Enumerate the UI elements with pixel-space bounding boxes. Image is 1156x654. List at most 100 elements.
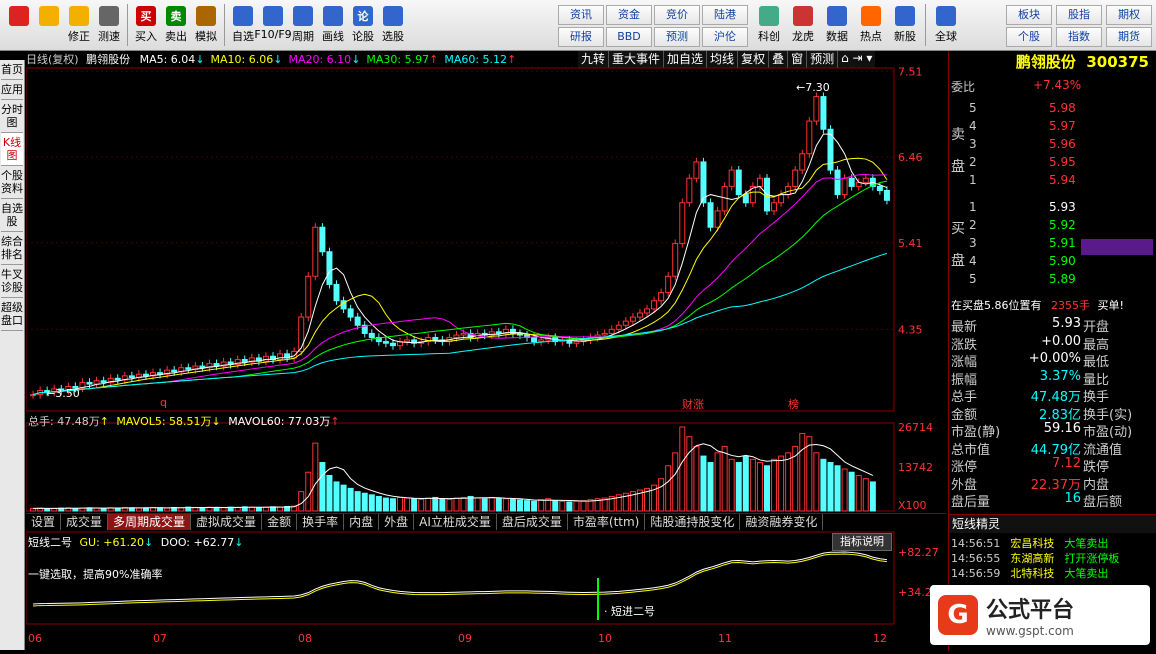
globe-button[interactable]: 全球 <box>929 4 963 46</box>
f10-button[interactable]: F10/F9 <box>254 4 292 46</box>
sidebar-tab-1[interactable]: 应用 <box>1 80 23 100</box>
candle-body <box>333 283 340 302</box>
period-label[interactable]: 日线(复权) <box>26 53 79 66</box>
info-button-1[interactable]: 资金 <box>606 5 652 25</box>
stat-value: +0.00% <box>1028 351 1081 366</box>
period-button[interactable]: 周期 <box>288 4 318 46</box>
indicator-tab-5[interactable]: 换手率 <box>297 514 345 530</box>
new-stock-button[interactable]: 新股 <box>888 4 922 46</box>
market-button-3[interactable]: 个股 <box>1006 27 1052 47</box>
correct-button[interactable]: 修正 <box>64 4 94 46</box>
date-label: 11 <box>718 632 732 645</box>
toolbar-separator <box>925 4 926 46</box>
market-button-5[interactable]: 期货 <box>1106 27 1152 47</box>
pe-button[interactable]: 数据 <box>820 4 854 46</box>
candle-body <box>114 377 121 381</box>
candle-body <box>686 177 693 204</box>
hammer-button[interactable]: 模拟 <box>191 4 221 46</box>
candle-body <box>93 380 100 385</box>
sell-order-row: 5 5.98 <box>969 101 1079 115</box>
volume-bar <box>735 462 742 512</box>
candle-body <box>714 210 721 228</box>
indicator-tab-4[interactable]: 金额 <box>262 514 298 530</box>
info-button-4[interactable]: 研报 <box>558 27 604 47</box>
stat-row: 涨跌 +0.00 最高 <box>951 334 1151 353</box>
dragon-tiger-button[interactable]: 龙虎 <box>786 4 820 46</box>
info-button-2[interactable]: 竞价 <box>654 5 700 25</box>
volume-bar <box>326 474 333 512</box>
sidebar-tab-0[interactable]: 首页 <box>1 60 23 80</box>
candle-body <box>538 339 545 343</box>
order-level: 3 <box>969 137 977 151</box>
sidebar-tab-7[interactable]: 牛叉诊股 <box>1 265 23 298</box>
indicator-tab-2[interactable]: 多周期成交量 <box>108 514 192 530</box>
volume-bar <box>785 452 792 512</box>
sidebar-tab-8[interactable]: 超级盘口 <box>1 298 23 331</box>
indicator-tab-8[interactable]: AI立桩成交量 <box>414 514 497 530</box>
order-level: 4 <box>969 119 977 133</box>
indicator-tab-0[interactable]: 设置 <box>26 514 62 530</box>
hot-button[interactable]: 热点 <box>854 4 888 46</box>
clock-button[interactable]: 测速 <box>94 4 124 46</box>
hammer-icon <box>196 6 216 26</box>
sidebar-tab-5[interactable]: 自选股 <box>1 199 23 232</box>
volume-bar <box>855 474 862 512</box>
volume-bar <box>756 462 763 512</box>
market-button-0[interactable]: 板块 <box>1006 5 1052 25</box>
low-price-label: ←3.50 <box>46 387 80 400</box>
volume-axis-label: 26714 <box>898 421 933 434</box>
indicator-tab-3[interactable]: 虚拟成交量 <box>191 514 263 530</box>
sidebar-tab-2[interactable]: 分时图 <box>1 100 23 133</box>
ma10-line <box>32 157 888 396</box>
info-button-6[interactable]: 预测 <box>654 27 700 47</box>
indicator-tab-9[interactable]: 盘后成交量 <box>497 514 568 530</box>
order-price: 5.90 <box>1049 254 1076 268</box>
sidebar-tab-3[interactable]: K线图 <box>1 133 23 166</box>
market-button-1[interactable]: 股指 <box>1056 5 1102 25</box>
sidebar-tab-4[interactable]: 个股资料 <box>1 166 23 199</box>
short-item[interactable]: 14:56:51 宏昌科技 大笔卖出 <box>951 535 1108 551</box>
short-title[interactable]: 短线精灵 <box>949 514 1156 533</box>
pen-button[interactable]: 画线 <box>318 4 348 46</box>
toolbar-button[interactable] <box>34 4 64 46</box>
candle-body <box>756 177 763 187</box>
volume-bar <box>467 495 474 512</box>
indicator-tab-10[interactable]: 市盈率(ttm) <box>568 514 646 530</box>
stat-label: 盘后量 <box>951 495 991 510</box>
buy-button[interactable]: 买买入 <box>131 4 161 46</box>
short-item[interactable]: 14:56:55 东湖高新 打开涨停板 <box>951 550 1119 566</box>
short-stock: 东湖高新 <box>1010 552 1055 565</box>
info-button-5[interactable]: BBD <box>606 27 652 47</box>
market-button-4[interactable]: 指数 <box>1056 27 1102 47</box>
stat-right-label: 内盘 <box>1083 477 1110 493</box>
info-button-0[interactable]: 资讯 <box>558 5 604 25</box>
buy-order-row: 2 5.92 <box>969 218 1079 232</box>
volume-bar <box>277 506 284 512</box>
indicator-explain-button[interactable]: 指标说明 <box>832 533 892 551</box>
stat-row: 市盈(静) 59.16 市盈(动) <box>951 421 1151 440</box>
indicator-tab-12[interactable]: 融资融券变化 <box>740 514 824 530</box>
volume-bar <box>502 498 509 512</box>
buy-order-row: 1 5.93 <box>969 200 1079 214</box>
info-button-3[interactable]: 陆港 <box>702 5 748 25</box>
ma-legend: MA5: 6.04↓ MA10: 6.06↓ MA20: 6.10↓ MA30: 5.… <box>134 53 517 66</box>
sell-button[interactable]: 卖卖出 <box>161 4 191 46</box>
sidebar-tab-6[interactable]: 综合排名 <box>1 232 23 265</box>
toolbar-button[interactable] <box>4 4 34 46</box>
short-item[interactable]: 14:56:59 北特科技 大笔卖出 <box>951 565 1108 581</box>
discuss-button[interactable]: 论论股 <box>348 4 378 46</box>
candle-body <box>298 316 305 352</box>
info-button-7[interactable]: 沪伦 <box>702 27 748 47</box>
indicator-tab-11[interactable]: 陆股通持股变化 <box>645 514 741 530</box>
volume-bar <box>679 426 686 512</box>
kechuang-button[interactable]: 科创 <box>752 4 786 46</box>
market-button-2[interactable]: 期权 <box>1106 5 1152 25</box>
short-stock: 北特科技 <box>1010 567 1055 580</box>
select-stock-icon <box>383 6 403 26</box>
volume-bar <box>446 498 453 512</box>
indicator-tab-7[interactable]: 外盘 <box>379 514 415 530</box>
indicator-tab-1[interactable]: 成交量 <box>61 514 109 530</box>
indicator-tab-6[interactable]: 内盘 <box>344 514 380 530</box>
order-level: 4 <box>969 254 977 268</box>
select-stock-button[interactable]: 选股 <box>378 4 408 46</box>
